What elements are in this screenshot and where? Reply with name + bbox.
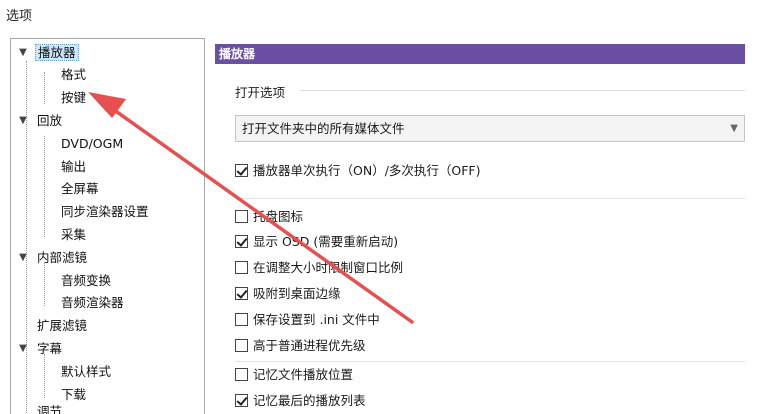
chevron-down-icon[interactable]: ▼ [17,110,29,132]
checkbox-box[interactable] [235,368,248,381]
chevron-down-icon[interactable]: ▼ [17,338,29,360]
group-divider [300,90,745,91]
tree-item-tweaks[interactable]: 调节 [35,401,64,414]
tree-item-keys[interactable]: 按键 [59,87,88,109]
single-instance-checkbox[interactable]: 播放器单次执行（ON）/多次执行（OFF) [235,162,481,180]
checkbox-box[interactable] [235,261,248,274]
remember-position-checkbox[interactable]: 记忆文件播放位置 [235,366,353,384]
checkbox-box[interactable] [235,235,248,248]
checkbox-box[interactable] [235,339,248,352]
chevron-down-icon[interactable]: ▼ [17,247,29,269]
options-tree[interactable]: ▼ 播放器 格式 按键 ▼ 回放 DVD/OGM 输出 全屏幕 同步渲染器设置 … [10,38,205,414]
tree-item-playback[interactable]: 回放 [35,110,64,132]
show-osd-checkbox[interactable]: 显示 OSD (需要重新启动) [235,233,398,251]
snap-edges-checkbox[interactable]: 吸附到桌面边缘 [235,285,341,303]
open-options-label: 打开选项 [235,85,286,100]
section-divider [235,361,745,362]
save-ini-checkbox[interactable]: 保存设置到 .ini 文件中 [235,311,380,329]
tree-item-default-style[interactable]: 默认样式 [59,361,113,383]
remember-playlist-checkbox[interactable]: 记忆最后的播放列表 [235,392,366,410]
tree-item-fullscreen[interactable]: 全屏幕 [59,178,101,200]
limit-aspect-checkbox[interactable]: 在调整大小时限制窗口比例 [235,259,403,277]
tree-item-dvd-ogm[interactable]: DVD/OGM [59,133,125,155]
high-priority-checkbox[interactable]: 高于普通进程优先级 [235,337,366,355]
chevron-down-icon: ▼ [730,123,738,134]
panel-header: 播放器 [215,44,745,64]
tree-item-subtitles[interactable]: 字幕 [35,338,64,360]
checkbox-box[interactable] [235,394,248,407]
tree-connector [44,354,45,398]
tree-item-external-filters[interactable]: 扩展滤镜 [35,315,89,337]
tree-connector [44,136,45,237]
tree-item-capture[interactable]: 采集 [59,224,88,246]
tree-item-player[interactable]: 播放器 [35,42,79,64]
tree-item-audio-switcher[interactable]: 音频变换 [59,270,113,292]
checkbox-box[interactable] [235,210,248,223]
tree-item-format[interactable]: 格式 [59,64,88,86]
open-mode-dropdown[interactable]: 打开文件夹中的所有媒体文件 ▼ [235,115,745,142]
tree-item-internal-filters[interactable]: 内部滤镜 [35,247,89,269]
checkbox-box[interactable] [235,287,248,300]
tray-icon-checkbox[interactable]: 托盘图标 [235,208,303,226]
checkbox-box[interactable] [235,164,248,177]
chevron-down-icon[interactable]: ▼ [17,42,29,64]
tree-item-output[interactable]: 输出 [59,156,88,178]
tree-item-audio-renderer[interactable]: 音频渲染器 [59,292,126,314]
tree-connector [44,72,45,104]
section-divider [235,198,745,199]
window-title: 选项 [6,9,33,24]
player-options-panel: 播放器 打开选项 打开文件夹中的所有媒体文件 ▼ 播放器单次执行（ON）/多次执… [215,42,745,414]
tree-item-sync-renderer[interactable]: 同步渲染器设置 [59,201,151,223]
open-mode-value: 打开文件夹中的所有媒体文件 [242,121,405,136]
checkbox-box[interactable] [235,313,248,326]
